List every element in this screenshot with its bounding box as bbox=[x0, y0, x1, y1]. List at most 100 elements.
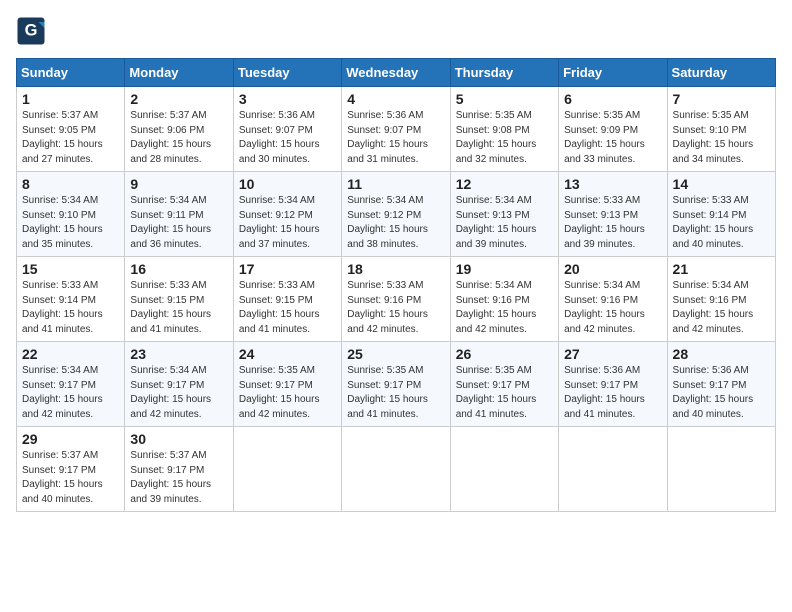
calendar-cell: 30 Sunrise: 5:37 AMSunset: 9:17 PMDaylig… bbox=[125, 427, 233, 512]
calendar-cell: 18 Sunrise: 5:33 AMSunset: 9:16 PMDaylig… bbox=[342, 257, 450, 342]
day-info: Sunrise: 5:37 AMSunset: 9:17 PMDaylight:… bbox=[130, 450, 211, 505]
day-number: 14 bbox=[673, 176, 770, 192]
calendar-header-row: SundayMondayTuesdayWednesdayThursdayFrid… bbox=[17, 59, 776, 87]
week-row-3: 15 Sunrise: 5:33 AMSunset: 9:14 PMDaylig… bbox=[17, 257, 776, 342]
day-number: 17 bbox=[239, 261, 336, 277]
calendar-cell: 3 Sunrise: 5:36 AMSunset: 9:07 PMDayligh… bbox=[233, 87, 341, 172]
calendar-cell: 26 Sunrise: 5:35 AMSunset: 9:17 PMDaylig… bbox=[450, 342, 558, 427]
day-number: 10 bbox=[239, 176, 336, 192]
day-number: 2 bbox=[130, 91, 227, 107]
day-number: 21 bbox=[673, 261, 770, 277]
day-number: 15 bbox=[22, 261, 119, 277]
day-info: Sunrise: 5:33 AMSunset: 9:15 PMDaylight:… bbox=[130, 280, 211, 335]
day-number: 19 bbox=[456, 261, 553, 277]
calendar-cell: 1 Sunrise: 5:37 AMSunset: 9:05 PMDayligh… bbox=[17, 87, 125, 172]
calendar-cell: 24 Sunrise: 5:35 AMSunset: 9:17 PMDaylig… bbox=[233, 342, 341, 427]
week-row-5: 29 Sunrise: 5:37 AMSunset: 9:17 PMDaylig… bbox=[17, 427, 776, 512]
calendar-cell: 11 Sunrise: 5:34 AMSunset: 9:12 PMDaylig… bbox=[342, 172, 450, 257]
day-number: 29 bbox=[22, 431, 119, 447]
day-number: 18 bbox=[347, 261, 444, 277]
column-header-tuesday: Tuesday bbox=[233, 59, 341, 87]
calendar-cell bbox=[342, 427, 450, 512]
column-header-sunday: Sunday bbox=[17, 59, 125, 87]
calendar-cell bbox=[233, 427, 341, 512]
calendar-cell: 10 Sunrise: 5:34 AMSunset: 9:12 PMDaylig… bbox=[233, 172, 341, 257]
day-info: Sunrise: 5:35 AMSunset: 9:17 PMDaylight:… bbox=[456, 365, 537, 420]
day-info: Sunrise: 5:33 AMSunset: 9:14 PMDaylight:… bbox=[22, 280, 103, 335]
day-info: Sunrise: 5:34 AMSunset: 9:16 PMDaylight:… bbox=[456, 280, 537, 335]
day-info: Sunrise: 5:34 AMSunset: 9:11 PMDaylight:… bbox=[130, 195, 211, 250]
day-number: 3 bbox=[239, 91, 336, 107]
day-info: Sunrise: 5:34 AMSunset: 9:17 PMDaylight:… bbox=[22, 365, 103, 420]
week-row-4: 22 Sunrise: 5:34 AMSunset: 9:17 PMDaylig… bbox=[17, 342, 776, 427]
calendar-cell: 5 Sunrise: 5:35 AMSunset: 9:08 PMDayligh… bbox=[450, 87, 558, 172]
calendar-cell: 6 Sunrise: 5:35 AMSunset: 9:09 PMDayligh… bbox=[559, 87, 667, 172]
day-number: 16 bbox=[130, 261, 227, 277]
day-info: Sunrise: 5:36 AMSunset: 9:17 PMDaylight:… bbox=[673, 365, 754, 420]
calendar-cell: 19 Sunrise: 5:34 AMSunset: 9:16 PMDaylig… bbox=[450, 257, 558, 342]
day-number: 11 bbox=[347, 176, 444, 192]
calendar-cell: 27 Sunrise: 5:36 AMSunset: 9:17 PMDaylig… bbox=[559, 342, 667, 427]
day-info: Sunrise: 5:35 AMSunset: 9:17 PMDaylight:… bbox=[239, 365, 320, 420]
calendar-cell: 2 Sunrise: 5:37 AMSunset: 9:06 PMDayligh… bbox=[125, 87, 233, 172]
day-number: 25 bbox=[347, 346, 444, 362]
day-info: Sunrise: 5:33 AMSunset: 9:16 PMDaylight:… bbox=[347, 280, 428, 335]
calendar-cell: 20 Sunrise: 5:34 AMSunset: 9:16 PMDaylig… bbox=[559, 257, 667, 342]
calendar-cell: 15 Sunrise: 5:33 AMSunset: 9:14 PMDaylig… bbox=[17, 257, 125, 342]
day-info: Sunrise: 5:35 AMSunset: 9:09 PMDaylight:… bbox=[564, 110, 645, 165]
day-info: Sunrise: 5:34 AMSunset: 9:17 PMDaylight:… bbox=[130, 365, 211, 420]
day-info: Sunrise: 5:34 AMSunset: 9:12 PMDaylight:… bbox=[239, 195, 320, 250]
day-number: 27 bbox=[564, 346, 661, 362]
column-header-monday: Monday bbox=[125, 59, 233, 87]
day-number: 28 bbox=[673, 346, 770, 362]
day-info: Sunrise: 5:37 AMSunset: 9:17 PMDaylight:… bbox=[22, 450, 103, 505]
day-number: 20 bbox=[564, 261, 661, 277]
calendar-cell bbox=[667, 427, 775, 512]
day-number: 13 bbox=[564, 176, 661, 192]
day-info: Sunrise: 5:37 AMSunset: 9:05 PMDaylight:… bbox=[22, 110, 103, 165]
calendar-cell: 28 Sunrise: 5:36 AMSunset: 9:17 PMDaylig… bbox=[667, 342, 775, 427]
week-row-1: 1 Sunrise: 5:37 AMSunset: 9:05 PMDayligh… bbox=[17, 87, 776, 172]
logo: G bbox=[16, 16, 50, 46]
calendar-cell: 25 Sunrise: 5:35 AMSunset: 9:17 PMDaylig… bbox=[342, 342, 450, 427]
day-info: Sunrise: 5:37 AMSunset: 9:06 PMDaylight:… bbox=[130, 110, 211, 165]
day-number: 23 bbox=[130, 346, 227, 362]
day-info: Sunrise: 5:36 AMSunset: 9:07 PMDaylight:… bbox=[347, 110, 428, 165]
day-info: Sunrise: 5:36 AMSunset: 9:07 PMDaylight:… bbox=[239, 110, 320, 165]
day-info: Sunrise: 5:36 AMSunset: 9:17 PMDaylight:… bbox=[564, 365, 645, 420]
day-number: 9 bbox=[130, 176, 227, 192]
day-number: 5 bbox=[456, 91, 553, 107]
calendar-cell: 7 Sunrise: 5:35 AMSunset: 9:10 PMDayligh… bbox=[667, 87, 775, 172]
day-number: 26 bbox=[456, 346, 553, 362]
svg-text:G: G bbox=[25, 22, 38, 40]
day-info: Sunrise: 5:34 AMSunset: 9:10 PMDaylight:… bbox=[22, 195, 103, 250]
calendar: SundayMondayTuesdayWednesdayThursdayFrid… bbox=[16, 58, 776, 512]
day-info: Sunrise: 5:35 AMSunset: 9:17 PMDaylight:… bbox=[347, 365, 428, 420]
calendar-cell: 9 Sunrise: 5:34 AMSunset: 9:11 PMDayligh… bbox=[125, 172, 233, 257]
day-info: Sunrise: 5:34 AMSunset: 9:16 PMDaylight:… bbox=[564, 280, 645, 335]
calendar-cell: 4 Sunrise: 5:36 AMSunset: 9:07 PMDayligh… bbox=[342, 87, 450, 172]
day-number: 7 bbox=[673, 91, 770, 107]
calendar-cell: 8 Sunrise: 5:34 AMSunset: 9:10 PMDayligh… bbox=[17, 172, 125, 257]
calendar-cell bbox=[450, 427, 558, 512]
day-number: 8 bbox=[22, 176, 119, 192]
day-info: Sunrise: 5:35 AMSunset: 9:08 PMDaylight:… bbox=[456, 110, 537, 165]
calendar-cell bbox=[559, 427, 667, 512]
day-info: Sunrise: 5:34 AMSunset: 9:16 PMDaylight:… bbox=[673, 280, 754, 335]
day-number: 6 bbox=[564, 91, 661, 107]
calendar-cell: 14 Sunrise: 5:33 AMSunset: 9:14 PMDaylig… bbox=[667, 172, 775, 257]
day-info: Sunrise: 5:34 AMSunset: 9:13 PMDaylight:… bbox=[456, 195, 537, 250]
day-info: Sunrise: 5:33 AMSunset: 9:14 PMDaylight:… bbox=[673, 195, 754, 250]
calendar-cell: 29 Sunrise: 5:37 AMSunset: 9:17 PMDaylig… bbox=[17, 427, 125, 512]
calendar-cell: 22 Sunrise: 5:34 AMSunset: 9:17 PMDaylig… bbox=[17, 342, 125, 427]
day-number: 22 bbox=[22, 346, 119, 362]
header: G bbox=[16, 16, 776, 46]
week-row-2: 8 Sunrise: 5:34 AMSunset: 9:10 PMDayligh… bbox=[17, 172, 776, 257]
day-number: 30 bbox=[130, 431, 227, 447]
calendar-cell: 12 Sunrise: 5:34 AMSunset: 9:13 PMDaylig… bbox=[450, 172, 558, 257]
day-info: Sunrise: 5:33 AMSunset: 9:15 PMDaylight:… bbox=[239, 280, 320, 335]
calendar-cell: 17 Sunrise: 5:33 AMSunset: 9:15 PMDaylig… bbox=[233, 257, 341, 342]
day-number: 24 bbox=[239, 346, 336, 362]
day-number: 1 bbox=[22, 91, 119, 107]
logo-icon: G bbox=[16, 16, 46, 46]
